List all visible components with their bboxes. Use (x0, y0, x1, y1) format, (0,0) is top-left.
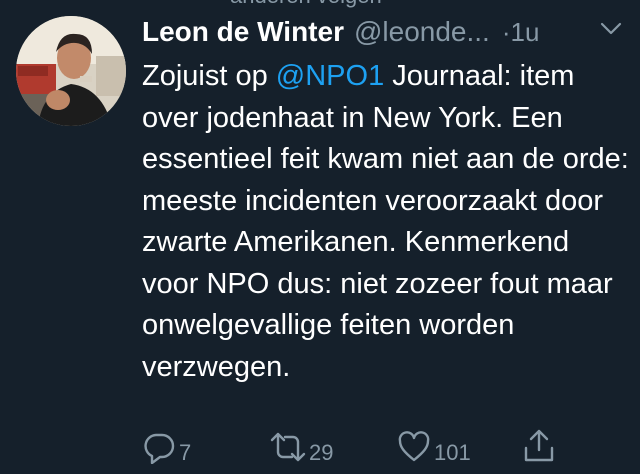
heart-icon (398, 431, 430, 462)
tweet-text: Zojuist op @NPO1 Journaal: item over jod… (142, 56, 630, 388)
retweet-count: 29 (309, 440, 334, 465)
share-button[interactable] (522, 428, 556, 464)
reply-button[interactable]: 7 (142, 428, 191, 466)
tweet-timestamp[interactable]: ·1u (502, 17, 540, 48)
tweet-text-rest: Journaal: item over jodenhaat in New Yor… (142, 60, 629, 383)
tweet-screen: anderen volgen Leon de Winter @leonde...… (0, 0, 640, 474)
share-icon (524, 429, 554, 462)
author-handle[interactable]: @leonde... (354, 16, 490, 48)
author-name[interactable]: Leon de Winter (142, 16, 344, 48)
social-context-label: anderen volgen (230, 0, 382, 9)
retweet-icon (270, 432, 306, 462)
avatar[interactable] (16, 16, 126, 126)
tweet-text-start: Zojuist op (142, 60, 276, 92)
like-count: 101 (434, 440, 471, 465)
profile-photo-icon (16, 16, 126, 126)
tweet-actions: 7 29 101 (142, 428, 572, 468)
reply-count: 7 (179, 440, 192, 465)
reply-icon (144, 433, 175, 464)
like-button[interactable]: 101 (397, 428, 471, 466)
tweet-header: Leon de Winter @leonde... ·1u (142, 14, 632, 50)
mention-link[interactable]: @NPO1 (276, 60, 384, 92)
retweet-button[interactable]: 29 (270, 428, 333, 466)
chevron-down-icon[interactable] (600, 22, 622, 41)
